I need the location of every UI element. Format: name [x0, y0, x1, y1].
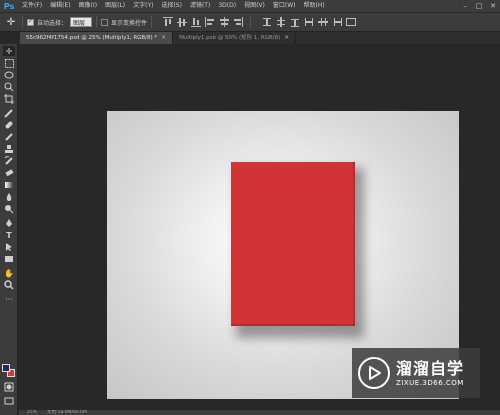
divider: [96, 16, 98, 28]
divider: [22, 16, 23, 28]
tab-multiply-document[interactable]: Multiply1.psb @ 50% (矩形 1, RGB/8) ×: [173, 32, 297, 44]
menu-select[interactable]: 选择(S): [157, 0, 186, 12]
distribute-right-icon[interactable]: [331, 16, 343, 28]
menu-filter[interactable]: 滤镜(T): [186, 0, 214, 12]
gradient-icon[interactable]: [3, 180, 15, 190]
quick-select-icon[interactable]: [3, 82, 15, 92]
auto-align-icon[interactable]: [345, 16, 357, 28]
menu-layer[interactable]: 图层(L): [101, 0, 129, 12]
pen-icon[interactable]: [3, 218, 15, 228]
status-bar: 25% 文档:18.8M/60.6M: [19, 410, 500, 415]
distribute-top-icon[interactable]: [261, 16, 273, 28]
auto-select-dropdown[interactable]: 图层: [70, 17, 93, 27]
type-icon[interactable]: T: [3, 230, 15, 240]
shape-icon[interactable]: [3, 254, 15, 264]
brush-icon[interactable]: [3, 132, 15, 142]
marquee-icon[interactable]: [3, 58, 15, 68]
distribute-hcenter-icon[interactable]: [317, 16, 329, 28]
menu-edit[interactable]: 编辑(E): [46, 0, 74, 12]
photoshop-logo: Ps: [3, 1, 15, 11]
lasso-icon[interactable]: [3, 70, 15, 80]
menu-bar: Ps 文件(F) 编辑(E) 图像(I) 图层(L) 文字(Y) 选择(S) 滤…: [0, 0, 500, 12]
close-icon[interactable]: ×: [161, 32, 166, 44]
tools-panel: ✛ T ✋ ···: [0, 44, 18, 415]
align-top-icon[interactable]: [162, 16, 174, 28]
distribute-left-icon[interactable]: [303, 16, 315, 28]
align-left-icon[interactable]: [204, 16, 216, 28]
window-controls: – □ ✕: [458, 0, 500, 12]
options-bar: ✛ ✓ 自动选择： 图层 显示变换控件: [0, 12, 500, 32]
align-right-icon[interactable]: [232, 16, 244, 28]
distribute-vcenter-icon[interactable]: [275, 16, 287, 28]
hand-icon[interactable]: ✋: [3, 268, 15, 278]
close-button[interactable]: ✕: [486, 0, 500, 12]
divider: [151, 16, 153, 28]
move-icon[interactable]: ✛: [3, 46, 15, 56]
minimize-button[interactable]: –: [458, 0, 472, 12]
menu-image[interactable]: 图像(I): [75, 0, 101, 12]
menu-help[interactable]: 帮助(H): [300, 0, 329, 12]
align-vcenter-icon[interactable]: [176, 16, 188, 28]
healing-icon[interactable]: [3, 120, 15, 130]
align-bottom-icon[interactable]: [190, 16, 202, 28]
blur-icon[interactable]: [3, 192, 15, 202]
more-icon[interactable]: ···: [3, 294, 15, 304]
quick-mask-icon[interactable]: [3, 382, 15, 392]
eraser-icon[interactable]: [3, 168, 15, 178]
watermark-title: 溜溜自学: [396, 359, 465, 378]
tab-main-document[interactable]: 55c962f4f1754.psd @ 25% (Multiply1, RGB/…: [20, 32, 174, 44]
menu-3d[interactable]: 3D(D): [214, 0, 240, 12]
maximize-button[interactable]: □: [472, 0, 486, 12]
menu-view[interactable]: 视图(V): [240, 0, 269, 12]
tab-label: Multiply1.psb @ 50% (矩形 1, RGB/8): [179, 35, 281, 41]
show-transform-checkbox[interactable]: [101, 18, 109, 26]
dodge-icon[interactable]: [3, 204, 15, 214]
path-select-icon[interactable]: [3, 242, 15, 252]
document-tabs: 55c962f4f1754.psd @ 25% (Multiply1, RGB/…: [20, 32, 500, 44]
red-book-mockup: [231, 162, 355, 326]
watermark: 溜溜自学 ZIXUE.3D66.COM: [352, 348, 480, 398]
menu-type[interactable]: 文字(Y): [129, 0, 157, 12]
align-group: [162, 16, 246, 28]
screen-mode-icon[interactable]: [3, 396, 15, 406]
menu-file[interactable]: 文件(F): [18, 0, 46, 12]
zoom-level[interactable]: 25%: [27, 410, 37, 415]
distribute-bottom-icon[interactable]: [289, 16, 301, 28]
stamp-icon[interactable]: [3, 144, 15, 154]
menu-window[interactable]: 窗口(W): [269, 0, 300, 12]
move-tool-preset-icon[interactable]: ✛: [4, 15, 18, 29]
zoom-icon[interactable]: [3, 280, 15, 290]
history-brush-icon[interactable]: [3, 156, 15, 166]
divider: [250, 16, 252, 28]
play-logo-icon: [358, 357, 390, 389]
align-hcenter-icon[interactable]: [218, 16, 230, 28]
eyedropper-icon[interactable]: [3, 108, 15, 118]
auto-select-label: 自动选择：: [37, 19, 68, 27]
foreground-color-swatch[interactable]: [2, 364, 10, 372]
watermark-text: 溜溜自学 ZIXUE.3D66.COM: [396, 359, 464, 387]
close-icon[interactable]: ×: [284, 32, 289, 44]
distribute-group: [261, 16, 359, 28]
watermark-url: ZIXUE.3D66.COM: [396, 379, 464, 387]
crop-icon[interactable]: [3, 94, 15, 104]
document-info: 文档:18.8M/60.6M: [47, 410, 87, 415]
show-transform-label: 显示变换控件: [111, 19, 148, 27]
auto-select-checkbox[interactable]: ✓: [27, 18, 34, 26]
tab-label: 55c962f4f1754.psd @ 25% (Multiply1, RGB/…: [26, 35, 158, 41]
